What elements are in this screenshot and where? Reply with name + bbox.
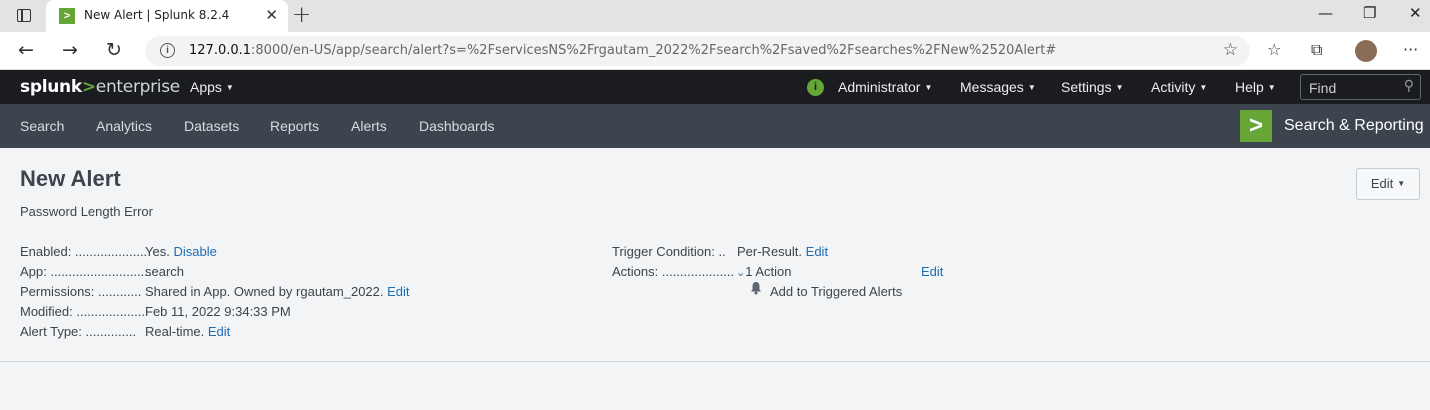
chevron-down-icon: ▼ — [1199, 83, 1208, 92]
administrator-menu[interactable]: Administrator ▼ — [838, 79, 932, 95]
nav-alerts[interactable]: Alerts — [351, 118, 387, 134]
favorite-add-icon[interactable]: ☆ — [1223, 40, 1238, 60]
field-label: Permissions: ............ — [20, 284, 142, 299]
nav-dashboards[interactable]: Dashboards — [419, 118, 495, 134]
disable-link[interactable]: Disable — [173, 244, 216, 259]
browser-tab[interactable]: > New Alert | Splunk 8.2.4 ✕ — [46, 0, 288, 32]
tab-close-icon[interactable]: ✕ — [265, 6, 278, 24]
new-tab-icon[interactable]: + — [292, 2, 311, 28]
splunk-enterprise-logo[interactable]: splunk>enterprise — [20, 77, 180, 97]
restore-icon[interactable]: ❐ — [1363, 4, 1376, 22]
field-value: Shared in App. Owned by rgautam_2022. — [145, 284, 384, 299]
splunk-top-bar: splunk>enterprise Apps ▼ i Administrator ▼… — [0, 70, 1430, 104]
find-input[interactable]: Find ⚲ — [1300, 74, 1421, 100]
collections-icon[interactable]: ⧉ — [1311, 40, 1322, 60]
info-status-icon[interactable]: i — [807, 79, 824, 96]
field-label: Trigger Condition: .. — [612, 244, 726, 259]
address-bar[interactable]: i 127.0.0.1:8000/en-US/app/search/alert?… — [145, 36, 1250, 66]
edit-button[interactable]: Edit ▼ — [1356, 168, 1420, 200]
chevron-down-icon: ▼ — [1027, 83, 1036, 92]
edit-trigger-link[interactable]: Edit — [806, 244, 828, 259]
nav-reports[interactable]: Reports — [270, 118, 319, 134]
search-icon: ⚲ — [1403, 78, 1414, 94]
edit-permissions-link[interactable]: Edit — [387, 284, 409, 299]
field-value: Per-Result. — [737, 244, 803, 259]
edit-alert-type-link[interactable]: Edit — [208, 324, 230, 339]
field-label: Alert Type: .............. — [20, 324, 137, 339]
settings-menu[interactable]: Settings ▼ — [1061, 79, 1124, 95]
splunk-favicon-icon: > — [59, 8, 75, 24]
profile-avatar[interactable] — [1355, 40, 1377, 62]
field-value: Yes. — [145, 244, 170, 259]
apps-menu[interactable]: Apps ▼ — [190, 79, 234, 95]
favorites-icon[interactable]: ☆ — [1267, 40, 1281, 59]
field-value: search — [145, 264, 185, 279]
chevron-down-icon: ▼ — [1267, 83, 1276, 92]
chevron-down-icon: ▼ — [1115, 83, 1124, 92]
edit-actions-link[interactable]: Edit — [921, 264, 943, 279]
tab-title: New Alert | Splunk 8.2.4 — [84, 8, 230, 22]
actions-toggle[interactable]: ⌄1 Action — [736, 264, 791, 279]
site-info-icon[interactable]: i — [160, 43, 175, 58]
minimize-icon[interactable]: — — [1318, 4, 1333, 22]
chevron-down-icon: ⌄ — [736, 267, 746, 279]
messages-menu[interactable]: Messages ▼ — [960, 79, 1036, 95]
field-label: Enabled: .................... — [20, 244, 148, 259]
nav-datasets[interactable]: Datasets — [184, 118, 239, 134]
field-label: App: ............................ — [20, 264, 152, 279]
field-value: Real-time. — [145, 324, 205, 339]
url-text: 127.0.0.1:8000/en-US/app/search/alert?s=… — [189, 43, 1057, 58]
alert-detail: New Alert Password Length Error Edit ▼ En… — [0, 148, 1430, 362]
help-menu[interactable]: Help ▼ — [1235, 79, 1276, 95]
activity-menu[interactable]: Activity ▼ — [1151, 79, 1207, 95]
field-label: Actions: .................... — [612, 264, 735, 279]
bell-icon — [751, 282, 761, 295]
tab-actions-icon[interactable] — [17, 9, 31, 22]
nav-search[interactable]: Search — [20, 118, 64, 134]
app-name[interactable]: Search & Reporting — [1284, 117, 1424, 135]
nav-analytics[interactable]: Analytics — [96, 118, 152, 134]
field-value: Feb 11, 2022 9:34:33 PM — [145, 304, 291, 319]
app-logo-icon: > — [1240, 110, 1272, 142]
alert-description: Password Length Error — [20, 204, 153, 219]
browser-tab-bar: > New Alert | Splunk 8.2.4 ✕ + — ❐ ✕ — [0, 0, 1430, 32]
reload-icon[interactable]: ↻ — [106, 39, 122, 61]
page-title: New Alert — [20, 166, 121, 191]
field-label: Modified: ................... — [20, 304, 145, 319]
browser-toolbar: ← → ↻ i 127.0.0.1:8000/en-US/app/search/… — [0, 32, 1430, 70]
window-close-icon[interactable]: ✕ — [1409, 4, 1422, 22]
forward-icon[interactable]: → — [62, 39, 78, 61]
chevron-down-icon: ▼ — [225, 83, 234, 92]
chevron-down-icon: ▼ — [1397, 179, 1406, 188]
back-icon[interactable]: ← — [18, 39, 34, 61]
app-nav-bar: Search Analytics Datasets Reports Alerts… — [0, 104, 1430, 148]
more-menu-icon[interactable]: ··· — [1403, 40, 1418, 59]
action-item: Add to Triggered Alerts — [770, 284, 903, 299]
chevron-down-icon: ▼ — [924, 83, 933, 92]
